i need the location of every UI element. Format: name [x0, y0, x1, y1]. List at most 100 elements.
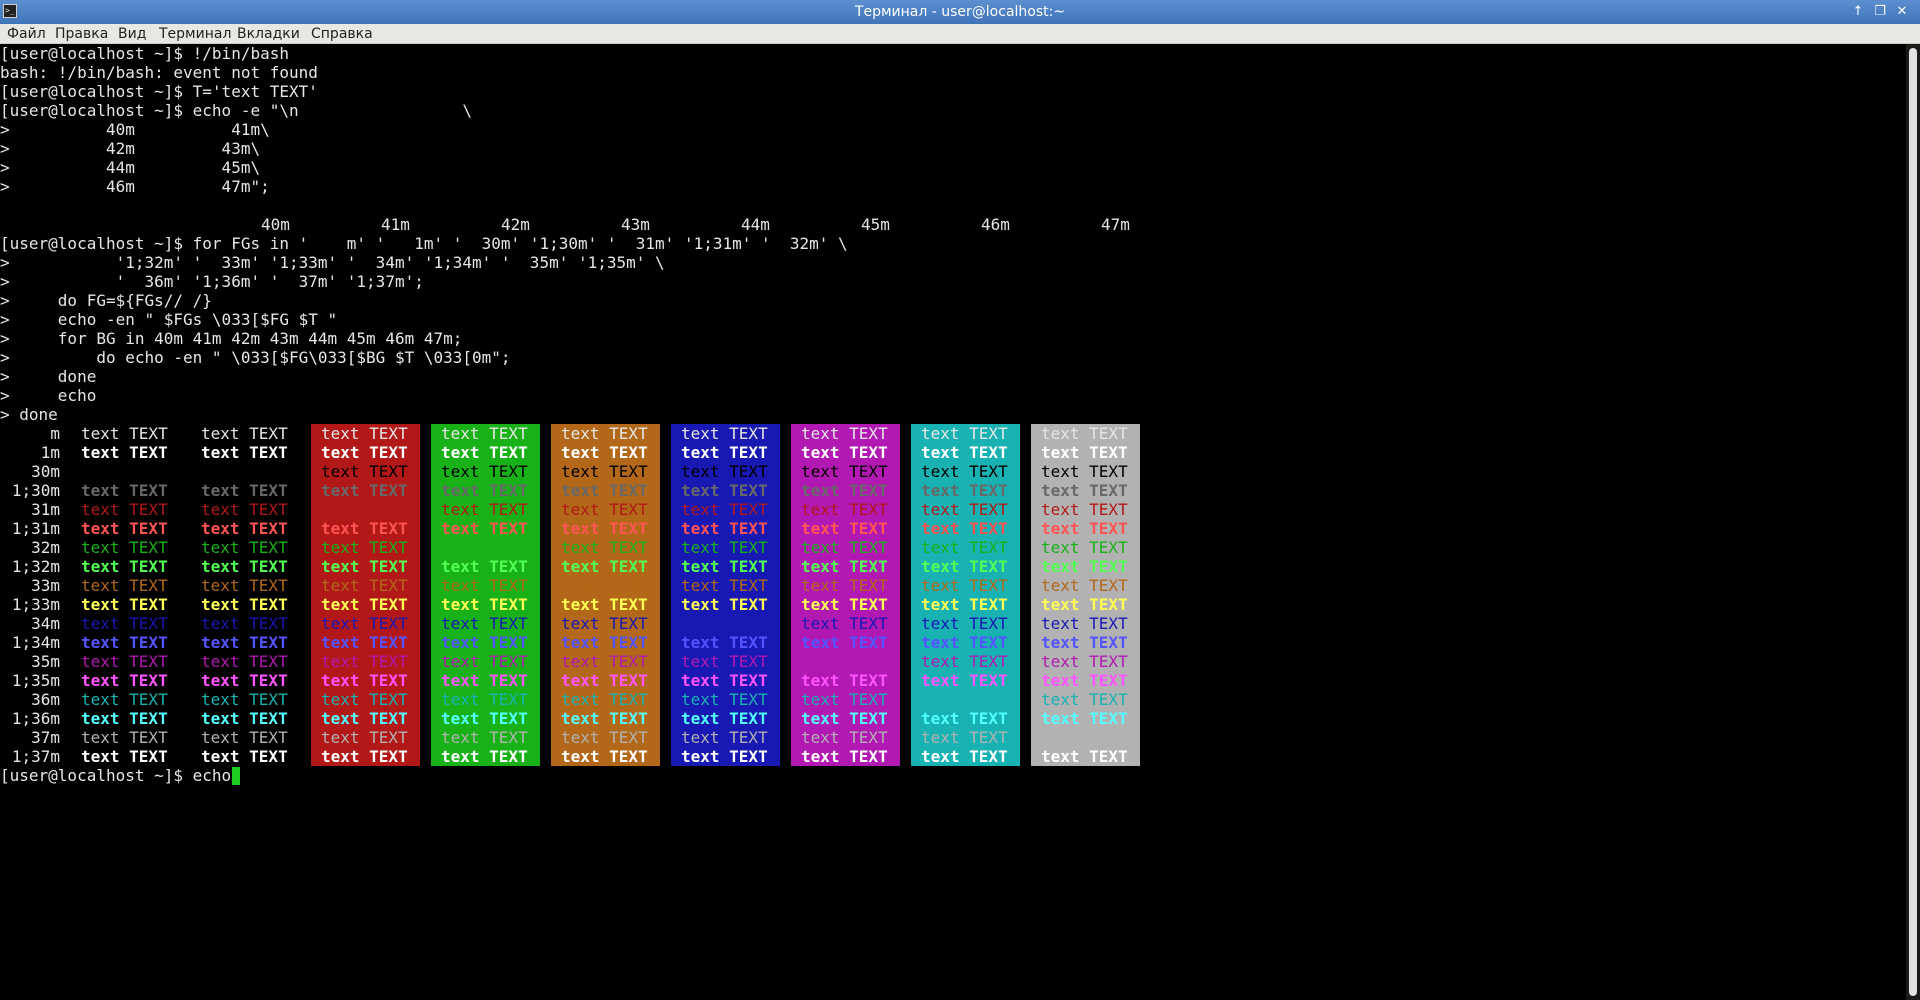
color-sample: text TEXT	[551, 557, 660, 576]
color-sample: text TEXT	[671, 709, 780, 728]
fg-code-label: 1;36m	[11, 709, 60, 728]
fg-code-label: 35m	[31, 652, 60, 671]
color-sample: text TEXT	[1031, 690, 1140, 709]
menu-view[interactable]: Вид	[118, 25, 146, 43]
color-sample: text TEXT	[431, 576, 540, 595]
color-sample: text TEXT	[311, 519, 420, 538]
color-grid-row: 1m text TEXT text TEXT text TEXT text TEXT te…	[0, 443, 1200, 462]
color-grid-row: 1;35m text TEXT text TEXT text TEXT text TEX…	[0, 671, 1200, 690]
color-sample: text TEXT	[671, 728, 780, 747]
color-sample: text TEXT	[201, 519, 288, 538]
color-grid-row: 1;32m text TEXT text TEXT text TEXT text TEX…	[0, 557, 1200, 576]
bg-header-row: 40m 41m 42m 43m 44m 45m 46m 47m	[0, 215, 1200, 234]
color-grid-row: 30m text TEXT text TEXT text TEXT text TEXT t…	[0, 462, 1200, 481]
terminal-line: > done	[0, 405, 58, 424]
window-title: Терминал - user@localhost:~	[854, 4, 1066, 20]
color-grid-row: 37m text TEXT text TEXT text TEXT text TEXT t…	[0, 728, 1200, 747]
menu-tabs[interactable]: Вкладки	[237, 25, 300, 43]
color-sample: text TEXT	[311, 614, 420, 633]
color-sample: text TEXT	[1031, 519, 1140, 538]
menu-terminal[interactable]: Терминал	[159, 25, 231, 43]
color-sample: text TEXT	[551, 614, 660, 633]
color-sample: text TEXT	[431, 443, 540, 462]
color-sample: text TEXT	[201, 614, 288, 633]
prompt-line: [user@localhost ~]$ echo	[0, 766, 232, 785]
close-icon[interactable]: ✕	[1894, 4, 1910, 20]
terminal-line: > for BG in 40m 41m 42m 43m 44m 45m 46m …	[0, 329, 463, 348]
color-sample: text TEXT	[671, 443, 780, 462]
terminal-scrollbar[interactable]	[1906, 44, 1920, 1000]
color-sample: text TEXT	[81, 519, 168, 538]
color-sample: text TEXT	[81, 557, 168, 576]
color-grid-row: 1;33m text TEXT text TEXT text TEXT text TEX…	[0, 595, 1200, 614]
color-grid-row: 33m text TEXT text TEXT text TEXT text TEXT t…	[0, 576, 1200, 595]
scrollbar-thumb[interactable]	[1909, 48, 1917, 996]
color-sample: text TEXT	[81, 614, 168, 633]
color-sample: text TEXT	[791, 747, 900, 766]
color-sample: text TEXT	[311, 424, 420, 443]
color-sample: text TEXT	[911, 728, 1020, 747]
color-sample: text TEXT	[911, 443, 1020, 462]
color-sample: text TEXT	[1031, 709, 1140, 728]
menu-edit[interactable]: Правка	[55, 25, 108, 43]
menu-file[interactable]: Файл	[7, 25, 46, 43]
color-sample: text TEXT	[551, 500, 660, 519]
color-grid-row: 35m text TEXT text TEXT text TEXT text TEXT t…	[0, 652, 1200, 671]
color-grid-row: 34m text TEXT text TEXT text TEXT text TEXT t…	[0, 614, 1200, 633]
color-sample: text TEXT	[1031, 538, 1140, 557]
minimize-icon[interactable]: ↑	[1850, 4, 1866, 20]
color-sample: text TEXT	[81, 500, 168, 519]
fg-code-label: 30m	[31, 462, 60, 481]
terminal-line: [user@localhost ~]$ !/bin/bash	[0, 44, 289, 63]
color-sample: text TEXT	[201, 424, 288, 443]
color-sample: text TEXT	[911, 747, 1020, 766]
maximize-icon[interactable]: ❐	[1872, 4, 1888, 20]
menu-help[interactable]: Справка	[311, 25, 373, 43]
fg-code-label: 31m	[31, 500, 60, 519]
terminal-line: > echo -en " $FGs \033[$FG $T "	[0, 310, 338, 329]
color-sample: text TEXT	[671, 576, 780, 595]
terminal-line: > 42m 43m\	[0, 139, 261, 158]
color-sample: text TEXT	[311, 728, 420, 747]
color-sample: text TEXT	[81, 652, 168, 671]
color-sample: text TEXT	[551, 633, 660, 652]
color-sample: text TEXT	[671, 500, 780, 519]
color-sample: text TEXT	[911, 424, 1020, 443]
color-sample: text TEXT	[791, 443, 900, 462]
color-sample: text TEXT	[791, 652, 900, 671]
terminal-line: > 46m 47m";	[0, 177, 270, 196]
color-sample: text TEXT	[1031, 500, 1140, 519]
title-bar: >_ Терминал - user@localhost:~ ↑ ❐ ✕	[0, 0, 1920, 24]
terminal-output[interactable]: [user@localhost ~]$ !/bin/bash bash: !/bi…	[0, 44, 1906, 1000]
color-sample: text TEXT	[81, 747, 168, 766]
color-sample: text TEXT	[551, 709, 660, 728]
color-sample: text TEXT	[311, 481, 420, 500]
color-sample: text TEXT	[671, 633, 780, 652]
color-sample: text TEXT	[81, 576, 168, 595]
color-sample: text TEXT	[81, 728, 168, 747]
color-sample: text TEXT	[911, 500, 1020, 519]
color-sample: text TEXT	[911, 481, 1020, 500]
fg-code-label: 1;30m	[11, 481, 60, 500]
color-grid-row: 32m text TEXT text TEXT text TEXT text TEXT t…	[0, 538, 1200, 557]
color-sample: text TEXT	[791, 690, 900, 709]
color-grid-row: 1;34m text TEXT text TEXT text TEXT text TEX…	[0, 633, 1200, 652]
color-sample: text TEXT	[1031, 728, 1140, 747]
color-sample: text TEXT	[551, 443, 660, 462]
color-sample: text TEXT	[1031, 576, 1140, 595]
color-sample: text TEXT	[431, 519, 540, 538]
color-sample: text TEXT	[431, 633, 540, 652]
terminal-line: > echo	[0, 386, 97, 405]
color-sample: text TEXT	[791, 462, 900, 481]
color-sample: text TEXT	[311, 652, 420, 671]
color-sample: text TEXT	[431, 500, 540, 519]
color-sample: text TEXT	[551, 747, 660, 766]
fg-code-label: 1;34m	[11, 633, 60, 652]
terminal-line: > do echo -en " \033[$FG\033[$BG $T \033…	[0, 348, 511, 367]
bg-header-label: 43m	[621, 215, 650, 234]
color-sample: text TEXT	[201, 728, 288, 747]
color-sample: text TEXT	[791, 481, 900, 500]
color-sample: text TEXT	[791, 709, 900, 728]
color-sample: text TEXT	[201, 481, 288, 500]
color-sample: text TEXT	[671, 614, 780, 633]
